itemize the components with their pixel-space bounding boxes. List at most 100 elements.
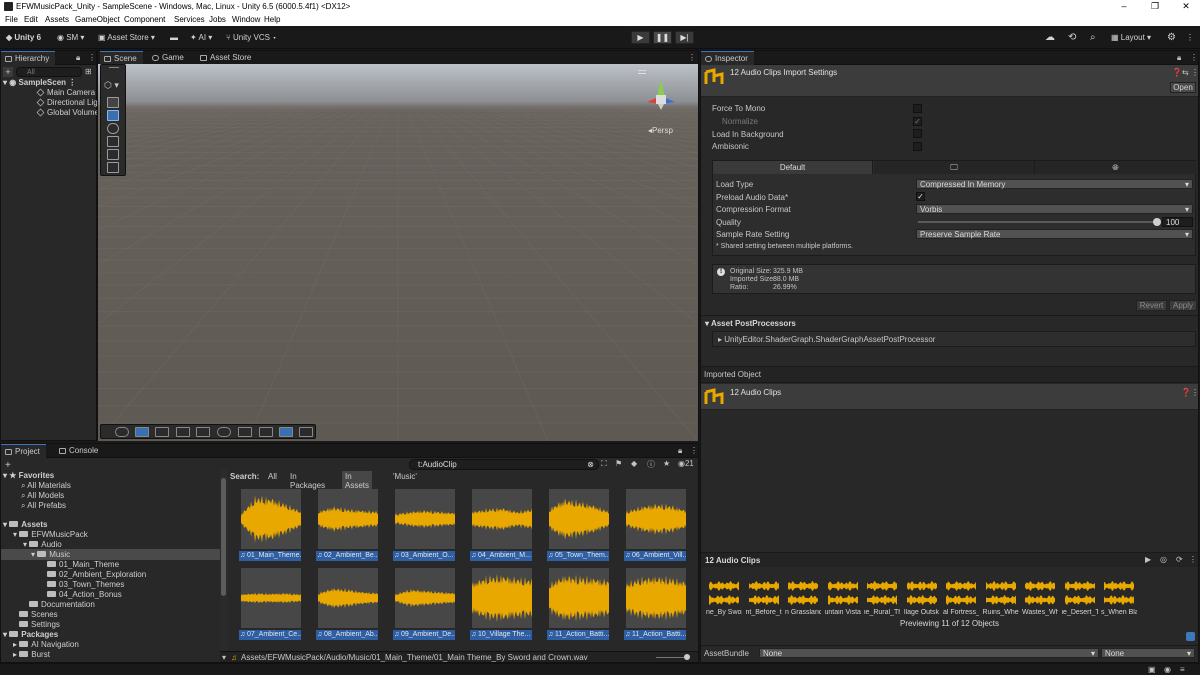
minimize-button[interactable]: – xyxy=(1114,1,1134,11)
favorite-all-models[interactable]: ⌕ All Models xyxy=(21,491,64,501)
audio-clip-tile[interactable]: 07_Ambient_Ce... xyxy=(239,568,301,642)
preview-waveform-icon[interactable] xyxy=(944,578,978,608)
tree-scrollbar-thumb[interactable] xyxy=(221,478,226,596)
tree-item-music[interactable]: ▾ Music xyxy=(31,550,70,559)
tab-console[interactable]: Console xyxy=(55,444,104,458)
clear-search-icon[interactable]: ⊗ xyxy=(587,460,594,470)
menu-file[interactable]: File xyxy=(5,15,18,24)
pause-button[interactable]: ❚❚ xyxy=(653,31,672,44)
scene-visibility-icon[interactable]: ⊞ xyxy=(85,67,92,76)
shading-icon[interactable] xyxy=(217,427,231,437)
platform-tab-standalone[interactable]: 🖵 xyxy=(874,161,1035,174)
preview-waveform-icon[interactable] xyxy=(1063,578,1097,608)
vcs-button[interactable]: ⑂ Unity VCS ▾ xyxy=(226,31,277,45)
favorite-all-materials[interactable]: ⌕ All Materials xyxy=(21,481,71,491)
tab-inspector[interactable]: Inspector xyxy=(701,51,754,65)
rect-tool-icon[interactable] xyxy=(107,149,119,160)
quality-slider-handle[interactable] xyxy=(1153,218,1161,226)
audio-clip-tile[interactable]: 10_Village The... xyxy=(470,568,532,642)
audio-clip-tile[interactable]: 11_Action_Batti... xyxy=(624,568,686,642)
filter-all[interactable]: All xyxy=(268,472,277,481)
assetbundle-dropdown[interactable]: None xyxy=(759,648,1099,658)
pivot-icon[interactable] xyxy=(279,427,293,437)
status-icon-a[interactable]: ▣ xyxy=(1148,665,1156,674)
hierarchy-item-directional-light[interactable]: Directional Lig xyxy=(36,98,98,107)
preview-waveform-icon[interactable] xyxy=(786,578,820,608)
asset-store-button[interactable]: ▣ Asset Store ▾ xyxy=(98,31,155,45)
settings-gear-icon[interactable]: ⚙ xyxy=(1167,31,1176,45)
imported-help-icon[interactable]: ❓ xyxy=(1181,388,1191,397)
perspective-label[interactable]: ◂Persp xyxy=(648,126,673,135)
favorite-all-prefabs[interactable]: ⌕ All Prefabs xyxy=(21,501,66,511)
account-button[interactable]: ◉ SM ▾ xyxy=(57,31,84,45)
draw-mode-icon[interactable] xyxy=(115,427,129,437)
asset-label-icon[interactable] xyxy=(1186,632,1195,641)
search-by-type-icon[interactable]: ⛶ xyxy=(601,459,607,469)
preview-autoplay-icon[interactable]: ◎ xyxy=(1160,555,1167,564)
rotate-tool-icon[interactable] xyxy=(107,123,119,134)
play-button[interactable]: ▶ xyxy=(631,31,650,44)
move-tool-icon[interactable] xyxy=(107,110,119,121)
quality-slider[interactable] xyxy=(918,221,1158,223)
scene-viewport[interactable]: ◂Persp xyxy=(98,64,698,441)
search-by-label-icon[interactable]: ⚑ xyxy=(615,459,622,468)
status-icon-c[interactable]: ≡ xyxy=(1180,665,1185,674)
preload-checkbox[interactable]: ✓ xyxy=(916,192,925,201)
thumbnail-size-handle[interactable] xyxy=(684,654,690,660)
sliders-icon[interactable] xyxy=(176,427,190,437)
preview-menu-icon[interactable]: ⋮ xyxy=(1189,555,1197,564)
preview-waveform-icon[interactable] xyxy=(747,578,781,608)
add-object-button[interactable]: + xyxy=(3,67,13,77)
status-icon-b[interactable]: ◉ xyxy=(1164,665,1171,674)
project-lock-icon[interactable]: 🔒︎ xyxy=(678,446,682,456)
tree-scrollbar[interactable] xyxy=(220,470,228,652)
preview-waveform-icon[interactable] xyxy=(707,578,741,608)
audio-clip-tile[interactable]: 01_Main_Theme... xyxy=(239,489,301,563)
preview-waveform-icon[interactable] xyxy=(1102,578,1136,608)
help-icon[interactable]: ❓ xyxy=(1172,68,1182,77)
transform-tool-icon[interactable] xyxy=(107,162,119,173)
menu-jobs[interactable]: Jobs xyxy=(209,15,226,24)
hidden-packages-icon[interactable]: ◉21 xyxy=(678,459,694,468)
open-button[interactable]: Open xyxy=(1170,82,1196,93)
hierarchy-search-input[interactable]: All xyxy=(16,67,82,77)
postprocessors-header[interactable]: ▾ Asset PostProcessors xyxy=(705,319,796,328)
audio-clip-tile[interactable]: 08_Ambient_Ab... xyxy=(316,568,378,642)
sample-rate-dropdown[interactable]: Preserve Sample Rate xyxy=(916,229,1193,239)
inspector-menu-icon[interactable]: ⋮ xyxy=(1190,53,1198,62)
hand-tool-icon[interactable] xyxy=(107,97,119,108)
tree-item-ambient-exploration[interactable]: 02_Ambient_Exploration xyxy=(47,570,146,579)
favorites-header[interactable]: ▾ ★ Favorites xyxy=(3,471,54,480)
tree-item-settings[interactable]: Settings xyxy=(19,620,60,629)
create-asset-button[interactable]: + xyxy=(5,460,11,471)
menu-component[interactable]: Component xyxy=(124,15,165,24)
layers-icon[interactable] xyxy=(196,427,210,437)
unity-version-button[interactable]: ◆ Unity 6 xyxy=(6,31,41,45)
tab-project[interactable]: Project xyxy=(1,444,46,458)
quality-input[interactable]: 100 xyxy=(1162,217,1193,227)
project-menu-icon[interactable]: ⋮ xyxy=(690,446,698,455)
load-in-background-checkbox[interactable] xyxy=(913,129,922,138)
tree-item-action-bonus[interactable]: 04_Action_Bonus xyxy=(47,590,122,599)
revert-button[interactable]: Revert xyxy=(1136,300,1167,311)
assetbundle-variant-dropdown[interactable]: None xyxy=(1101,648,1195,658)
audio-clip-tile[interactable]: 05_Town_Them... xyxy=(547,489,609,563)
filter-in-assets[interactable]: In Assets xyxy=(342,471,373,491)
path-collapse-icon[interactable]: ▾ xyxy=(222,653,226,662)
maximize-button[interactable]: ❐ xyxy=(1145,1,1165,12)
tree-item-main-theme[interactable]: 01_Main_Theme xyxy=(47,560,119,569)
compression-dropdown[interactable]: Vorbis xyxy=(916,204,1193,214)
menu-assets[interactable]: Assets xyxy=(45,15,69,24)
step-button[interactable]: ▶| xyxy=(675,31,694,44)
ai-button[interactable]: ✦ AI ▾ xyxy=(190,31,212,45)
preset-icon[interactable]: ⇆ xyxy=(1182,68,1189,77)
inspector-lock-icon[interactable]: 🔒︎ xyxy=(1177,53,1181,63)
ambisonic-checkbox[interactable] xyxy=(913,142,922,151)
tab-scene[interactable]: Scene xyxy=(100,51,143,65)
scene-menu-icon[interactable]: ⋮ xyxy=(688,53,696,62)
preview-play-icon[interactable]: ▶ xyxy=(1145,555,1151,564)
audio-clip-tile[interactable]: 04_Ambient_M... xyxy=(470,489,532,563)
info-icon[interactable]: ⓘ xyxy=(647,459,655,470)
apply-button[interactable]: Apply xyxy=(1169,300,1197,311)
audio-clip-tile[interactable]: 02_Ambient_Be... xyxy=(316,489,378,563)
